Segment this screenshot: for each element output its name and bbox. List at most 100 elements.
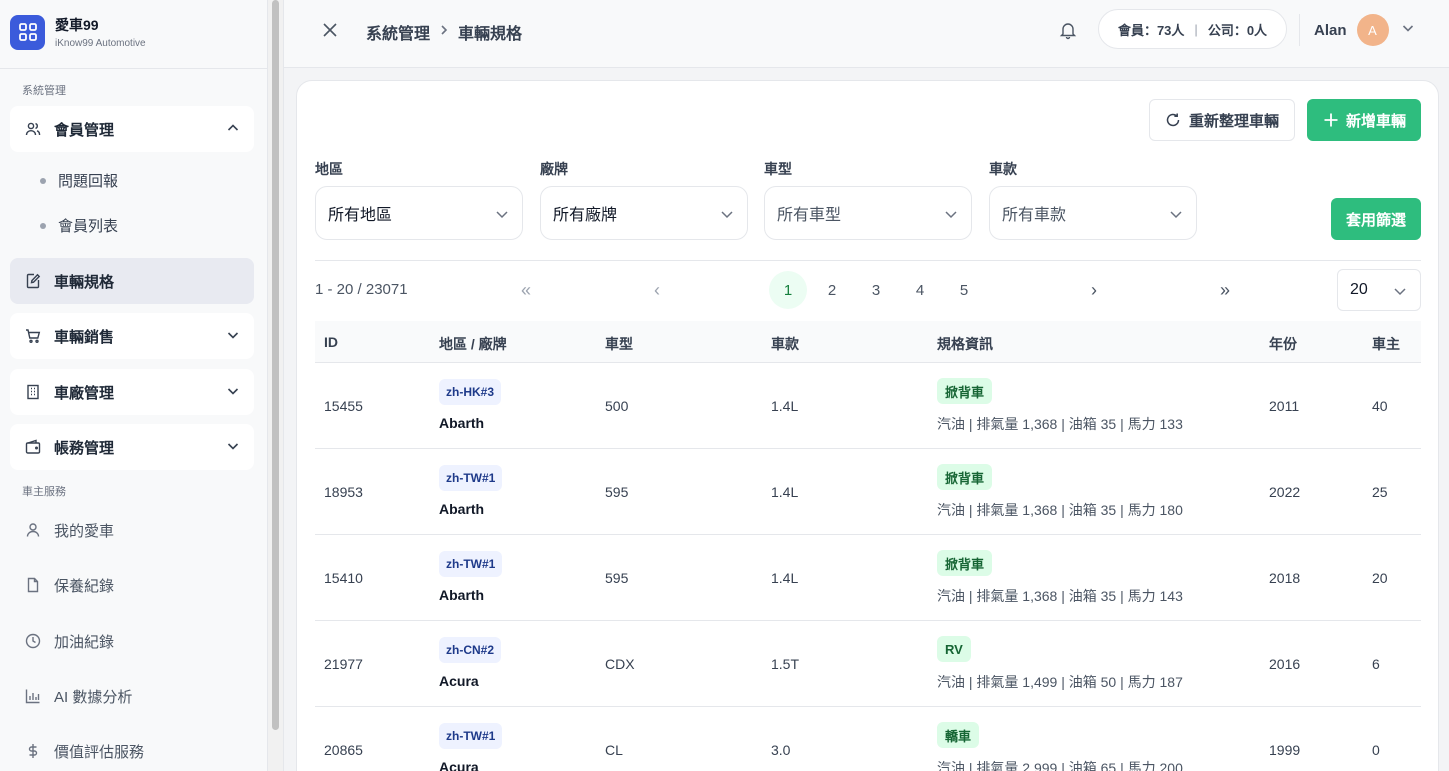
cell-spec: 汽油 | 排氣量 1,368 | 油箱 35 | 馬力 133 <box>937 416 1183 432</box>
next-page-button[interactable]: › <box>1079 271 1109 309</box>
table-row[interactable]: 20865 zh-TW#1 Acura CL 3.0 轎車 汽油 | 排氣量 2,999 |… <box>315 707 1421 771</box>
user-icon <box>24 521 42 539</box>
filter-label-type: 車型 <box>764 161 792 177</box>
sidebar-item-vehicle-sales[interactable]: 車輛銷售 <box>10 313 254 359</box>
grid-logo-icon <box>10 14 45 50</box>
apply-filter-button[interactable]: 套用篩選 <box>1331 198 1421 240</box>
user-menu[interactable]: Alan A <box>1314 14 1415 46</box>
bell-icon[interactable] <box>1058 20 1078 40</box>
sidebar-item-vehicle-spec[interactable]: 車輛規格 <box>10 258 254 304</box>
per-page-select[interactable]: 20 <box>1337 269 1421 311</box>
company-count: 公司：0人 <box>1207 22 1268 38</box>
sidebar-item-fuel[interactable]: 加油紀錄 <box>10 618 254 664</box>
table-row[interactable]: 18953 zh-TW#1 Abarth 595 1.4L 掀背車 汽油 | 排氣量 1,3… <box>315 449 1421 535</box>
scrollbar-thumb[interactable] <box>272 0 279 730</box>
add-vehicle-button[interactable]: 新增車輛 <box>1307 99 1421 141</box>
sidebar-item-label: AI 數據分析 <box>54 688 133 706</box>
cell-spec: 汽油 | 排氣量 1,368 | 油箱 35 | 馬力 143 <box>937 588 1183 604</box>
prev-page-button[interactable]: ‹ <box>642 271 672 309</box>
cell-brand: Acura <box>439 759 479 771</box>
brand-select[interactable]: 所有廠牌 <box>540 186 748 240</box>
column-header-region-brand[interactable]: 地區 / 廠牌 <box>439 334 507 354</box>
sidebar-item-label: 會員管理 <box>54 121 115 139</box>
cell-owners: 20 <box>1372 570 1388 586</box>
refresh-vehicles-button[interactable]: 重新整理車輛 <box>1149 99 1295 141</box>
cell-id: 20865 <box>324 742 363 758</box>
cell-brand: Abarth <box>439 415 485 431</box>
chevron-down-icon <box>494 206 510 227</box>
sidebar-item-factory-mgmt[interactable]: 車廠管理 <box>10 369 254 415</box>
cell-model: 1.4L <box>771 570 799 586</box>
model-select[interactable]: 所有車款 <box>989 186 1197 240</box>
per-page-value: 20 <box>1350 281 1368 298</box>
cell-id: 21977 <box>324 656 363 672</box>
chevron-down-icon <box>1168 206 1184 227</box>
sidebar-item-my-car[interactable]: 我的愛車 <box>10 507 254 553</box>
type-select[interactable]: 所有車型 <box>764 186 972 240</box>
document-icon <box>24 576 42 594</box>
column-header-model[interactable]: 車款 <box>771 334 799 354</box>
cell-brand: Abarth <box>439 587 485 603</box>
table-row[interactable]: 21977 zh-CN#2 Acura CDX 1.5T RV 汽油 | 排氣量 1,499… <box>315 621 1421 707</box>
first-page-button[interactable]: « <box>511 271 541 309</box>
chevron-down-icon <box>719 206 735 227</box>
cell-id: 15455 <box>324 398 363 414</box>
breadcrumb-item-admin[interactable]: 系統管理 <box>366 20 430 44</box>
page-button-3[interactable]: 3 <box>857 271 895 309</box>
chevron-down-icon <box>226 439 240 458</box>
cell-type: CL <box>605 742 623 758</box>
cell-owners: 0 <box>1372 742 1380 758</box>
sidebar-item-label: 車輛規格 <box>54 273 115 291</box>
cell-model: 1.4L <box>771 484 799 500</box>
close-icon[interactable] <box>320 20 340 40</box>
sidebar-item-label: 保養紀錄 <box>54 577 115 595</box>
users-icon <box>24 120 42 138</box>
bullet-icon <box>40 222 46 229</box>
bar-chart-icon <box>24 687 42 705</box>
column-header-id[interactable]: ID <box>324 334 338 350</box>
column-header-year[interactable]: 年份 <box>1269 334 1297 354</box>
sidebar-item-maintenance[interactable]: 保養紀錄 <box>10 562 254 608</box>
column-header-type[interactable]: 車型 <box>605 334 633 354</box>
cell-spec: 汽油 | 排氣量 2,999 | 油箱 65 | 馬力 200 <box>937 760 1183 771</box>
region-badge: zh-TW#1 <box>439 465 503 491</box>
cell-year: 2022 <box>1269 484 1301 500</box>
sidebar-item-label: 我的愛車 <box>54 522 115 540</box>
sidebar-item-label: 車廠管理 <box>54 384 115 402</box>
sidebar-item-valuation[interactable]: 價值評估服務 <box>10 728 254 771</box>
cell-year: 2018 <box>1269 570 1301 586</box>
body-type-badge: 掀背車 <box>937 550 993 576</box>
clock-icon <box>24 632 42 650</box>
chevron-down-icon <box>943 206 959 227</box>
edit-document-icon <box>24 272 42 290</box>
brand[interactable]: 愛車99 iKnow99 Automotive <box>10 12 146 52</box>
cell-id: 18953 <box>324 484 363 500</box>
sidebar-subitem-member-list[interactable]: 會員列表 <box>40 215 118 236</box>
sidebar-item-account-mgmt[interactable]: 帳務管理 <box>10 424 254 470</box>
page-button-1[interactable]: 1 <box>769 271 807 309</box>
sidebar-item-ai-analysis[interactable]: AI 數據分析 <box>10 673 254 719</box>
sidebar-scrollbar[interactable] <box>268 0 284 771</box>
cell-model: 1.5T <box>771 656 800 672</box>
table-row[interactable]: 15455 zh-HK#3 Abarth 500 1.4L 掀背車 汽油 | 排氣量 1,3… <box>315 363 1421 449</box>
filter-label-model: 車款 <box>989 161 1017 177</box>
last-page-button[interactable]: » <box>1210 271 1240 309</box>
cell-year: 2016 <box>1269 656 1301 672</box>
body-type-badge: 掀背車 <box>937 378 993 404</box>
region-badge: zh-TW#1 <box>439 551 503 577</box>
sidebar-subitem-label: 問題回報 <box>58 173 119 190</box>
column-header-owners[interactable]: 車主 <box>1372 334 1400 354</box>
region-badge: zh-CN#2 <box>439 637 502 663</box>
chevron-down-icon <box>1401 21 1415 40</box>
cart-icon <box>24 327 42 345</box>
sidebar-item-label: 價值評估服務 <box>54 743 145 761</box>
page-button-2[interactable]: 2 <box>813 271 851 309</box>
sidebar-item-member-mgmt[interactable]: 會員管理 <box>10 106 254 152</box>
page-button-4[interactable]: 4 <box>901 271 939 309</box>
table-row[interactable]: 15410 zh-TW#1 Abarth 595 1.4L 掀背車 汽油 | 排氣量 1,3… <box>315 535 1421 621</box>
column-header-spec[interactable]: 規格資訊 <box>937 334 993 354</box>
page-button-5[interactable]: 5 <box>945 271 983 309</box>
region-select[interactable]: 所有地區 <box>315 186 523 240</box>
sidebar-subitem-issue-report[interactable]: 問題回報 <box>40 170 118 191</box>
cell-brand: Acura <box>439 673 479 689</box>
